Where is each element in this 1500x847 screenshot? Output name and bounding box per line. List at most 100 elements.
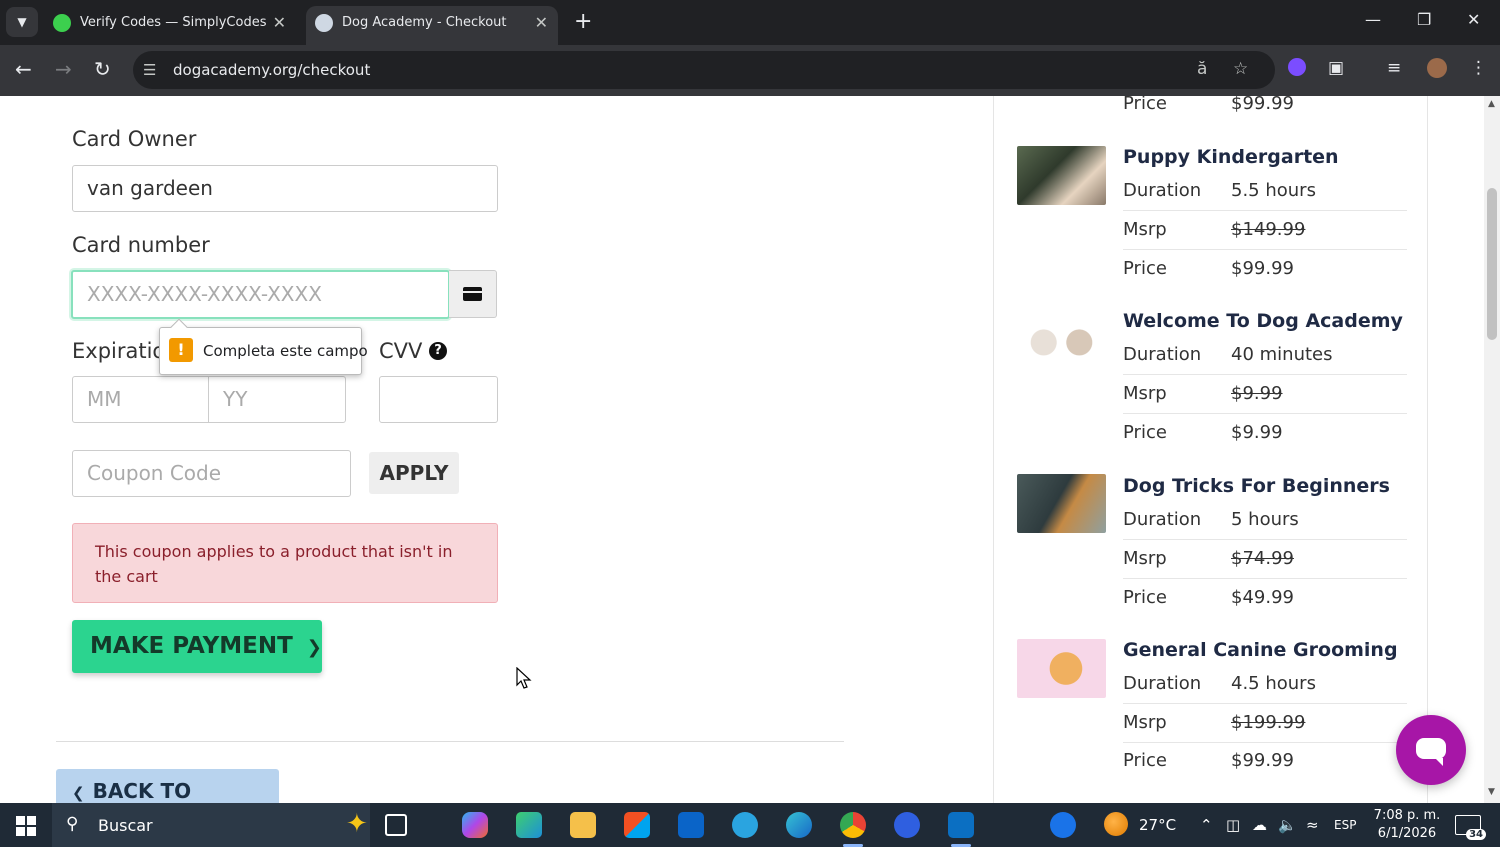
chat-launcher-button[interactable] xyxy=(1396,715,1466,785)
outlook-icon[interactable] xyxy=(678,812,704,838)
site-info-icon[interactable]: ☰ xyxy=(143,61,156,79)
price-value: $99.99 xyxy=(1231,258,1294,279)
tab-title: Dog Academy - Checkout xyxy=(342,15,507,30)
windows-taskbar: ⚲ Buscar ✦ 27°C ⌃ ◫ ☁ 🔈 ≈ ESP 7:08 p. m.… xyxy=(0,803,1500,847)
windows-start-icon[interactable] xyxy=(16,816,36,836)
scroll-up-arrow-icon[interactable]: ▲ xyxy=(1488,99,1495,109)
price-value: $49.99 xyxy=(1231,587,1294,608)
browser-menu-icon[interactable]: ⋮ xyxy=(1470,58,1487,78)
close-tab-icon[interactable]: ✕ xyxy=(535,13,548,32)
card-owner-input[interactable]: van gardeen xyxy=(72,165,498,212)
chat-bubble-icon xyxy=(1416,738,1446,766)
forward-arrow-icon[interactable]: → xyxy=(55,57,72,81)
scrollbar-thumb[interactable] xyxy=(1487,188,1497,340)
extensions-puzzle-icon[interactable]: ▣ xyxy=(1328,58,1344,78)
store-green-app-icon[interactable] xyxy=(516,812,542,838)
tab-simplycodes[interactable]: Verify Codes — SimplyCodes ✕ xyxy=(44,6,296,45)
partial-price-value: $99.99 xyxy=(1231,96,1294,114)
telegram-icon[interactable] xyxy=(732,812,758,838)
page-scrollbar[interactable]: ▲ ▼ xyxy=(1484,96,1500,803)
tab-search-chevron-icon[interactable]: ▼ xyxy=(6,7,38,37)
media-control-icon[interactable]: ≡ xyxy=(1387,58,1401,78)
clock[interactable]: 7:08 p. m. 6/1/2026 xyxy=(1368,807,1446,843)
row-divider xyxy=(1123,249,1407,250)
puppy-kindergarten-image xyxy=(1017,146,1106,205)
cvv-input[interactable] xyxy=(379,376,498,423)
back-to-billing-button[interactable]: ❮ BACK TO BILLING xyxy=(56,769,279,803)
new-tab-plus-icon[interactable]: + xyxy=(574,9,592,34)
question-circle-icon[interactable]: ? xyxy=(429,342,447,360)
extension-purple-icon[interactable] xyxy=(1288,58,1306,81)
msrp-label: Msrp xyxy=(1123,219,1167,240)
restore-icon[interactable]: ❐ xyxy=(1417,10,1431,29)
expiration-month-input[interactable]: MM xyxy=(72,376,209,423)
chrome-icon[interactable] xyxy=(840,812,866,847)
translate-icon[interactable]: ă xyxy=(1197,59,1207,79)
date-text: 6/1/2026 xyxy=(1377,826,1437,841)
msrp-label: Msrp xyxy=(1123,712,1167,733)
copilot-app-icon[interactable] xyxy=(462,812,488,838)
apply-coupon-button[interactable]: APPLY xyxy=(369,452,459,494)
help-icon[interactable] xyxy=(1050,812,1076,838)
card-number-input[interactable]: XXXX-XXXX-XXXX-XXXX xyxy=(71,270,450,319)
tray-device-icon[interactable]: ◫ xyxy=(1226,816,1240,834)
tab-dog-academy[interactable]: Dog Academy - Checkout ✕ xyxy=(306,6,558,45)
sidebar-border xyxy=(993,96,994,803)
minimize-icon[interactable]: — xyxy=(1365,10,1381,29)
taskbar-search[interactable]: ⚲ Buscar ✦ xyxy=(52,803,370,847)
price-label: Price xyxy=(1123,258,1167,279)
msrp-value: $9.99 xyxy=(1231,383,1283,404)
weather-icon xyxy=(1104,812,1128,836)
weather-temp[interactable]: 27°C xyxy=(1139,816,1176,834)
file-explorer-icon[interactable] xyxy=(570,812,596,838)
close-window-icon[interactable]: ✕ xyxy=(1467,10,1480,29)
scroll-down-arrow-icon[interactable]: ▼ xyxy=(1488,787,1495,797)
duration-label: Duration xyxy=(1123,180,1202,201)
back-arrow-icon[interactable]: ← xyxy=(15,57,32,81)
cvv-label: CVV xyxy=(379,339,423,363)
bookmark-star-icon[interactable]: ☆ xyxy=(1233,59,1248,79)
tooltip-message: Completa este campo xyxy=(203,342,368,360)
row-divider xyxy=(1123,703,1407,704)
address-bar[interactable]: ☰ dogacademy.org/checkout ă ☆ xyxy=(133,51,1275,89)
validation-tooltip: ! Completa este campo xyxy=(159,318,368,375)
duration-label: Duration xyxy=(1123,509,1202,530)
microsoft-store-icon[interactable] xyxy=(624,812,650,838)
expiration-year-input[interactable]: YY xyxy=(208,376,346,423)
wifi-icon[interactable]: ≈ xyxy=(1306,816,1319,834)
course-title: General Canine Grooming xyxy=(1123,639,1398,661)
power-app-icon[interactable] xyxy=(948,812,974,847)
row-divider xyxy=(1123,742,1407,743)
time-text: 7:08 p. m. xyxy=(1373,808,1441,823)
row-divider xyxy=(1123,374,1407,375)
profile-avatar-icon[interactable] xyxy=(1427,58,1447,83)
coupon-error-alert: This coupon applies to a product that is… xyxy=(72,523,498,603)
reload-icon[interactable]: ↻ xyxy=(94,57,111,81)
tab-title: Verify Codes — SimplyCodes xyxy=(80,15,267,30)
course-title: Dog Tricks For Beginners xyxy=(1123,475,1390,497)
task-view-icon[interactable] xyxy=(385,814,407,836)
url-text[interactable]: dogacademy.org/checkout xyxy=(173,61,370,79)
duration-value: 40 minutes xyxy=(1231,344,1333,365)
close-tab-icon[interactable]: ✕ xyxy=(273,13,286,32)
notifications-icon[interactable]: 34 xyxy=(1455,815,1486,840)
credit-card-icon-button[interactable] xyxy=(449,270,497,318)
msrp-value: $74.99 xyxy=(1231,548,1294,569)
card-number-label: Card number xyxy=(72,233,210,257)
coupon-code-input[interactable]: Coupon Code xyxy=(72,450,351,497)
section-divider xyxy=(56,741,844,742)
chevron-up-icon[interactable]: ⌃ xyxy=(1200,816,1213,834)
edge-icon[interactable] xyxy=(786,812,812,838)
arc-app-icon[interactable] xyxy=(894,812,920,838)
expiration-label: Expiratio xyxy=(72,339,166,363)
onedrive-cloud-icon[interactable]: ☁ xyxy=(1252,816,1267,834)
make-payment-button[interactable]: MAKE PAYMENT ❯ xyxy=(72,620,322,673)
msrp-label: Msrp xyxy=(1123,548,1167,569)
volume-icon[interactable]: 🔈 xyxy=(1278,816,1297,834)
chevron-left-icon: ❮ xyxy=(72,784,85,802)
language-indicator[interactable]: ESP xyxy=(1334,818,1356,832)
grooming-image xyxy=(1017,639,1106,698)
mouse-cursor-icon xyxy=(516,667,532,689)
msrp-label: Msrp xyxy=(1123,383,1167,404)
browser-toolbar: ← → ↻ ☰ dogacademy.org/checkout ă ☆ ▣ ≡ … xyxy=(0,45,1500,96)
